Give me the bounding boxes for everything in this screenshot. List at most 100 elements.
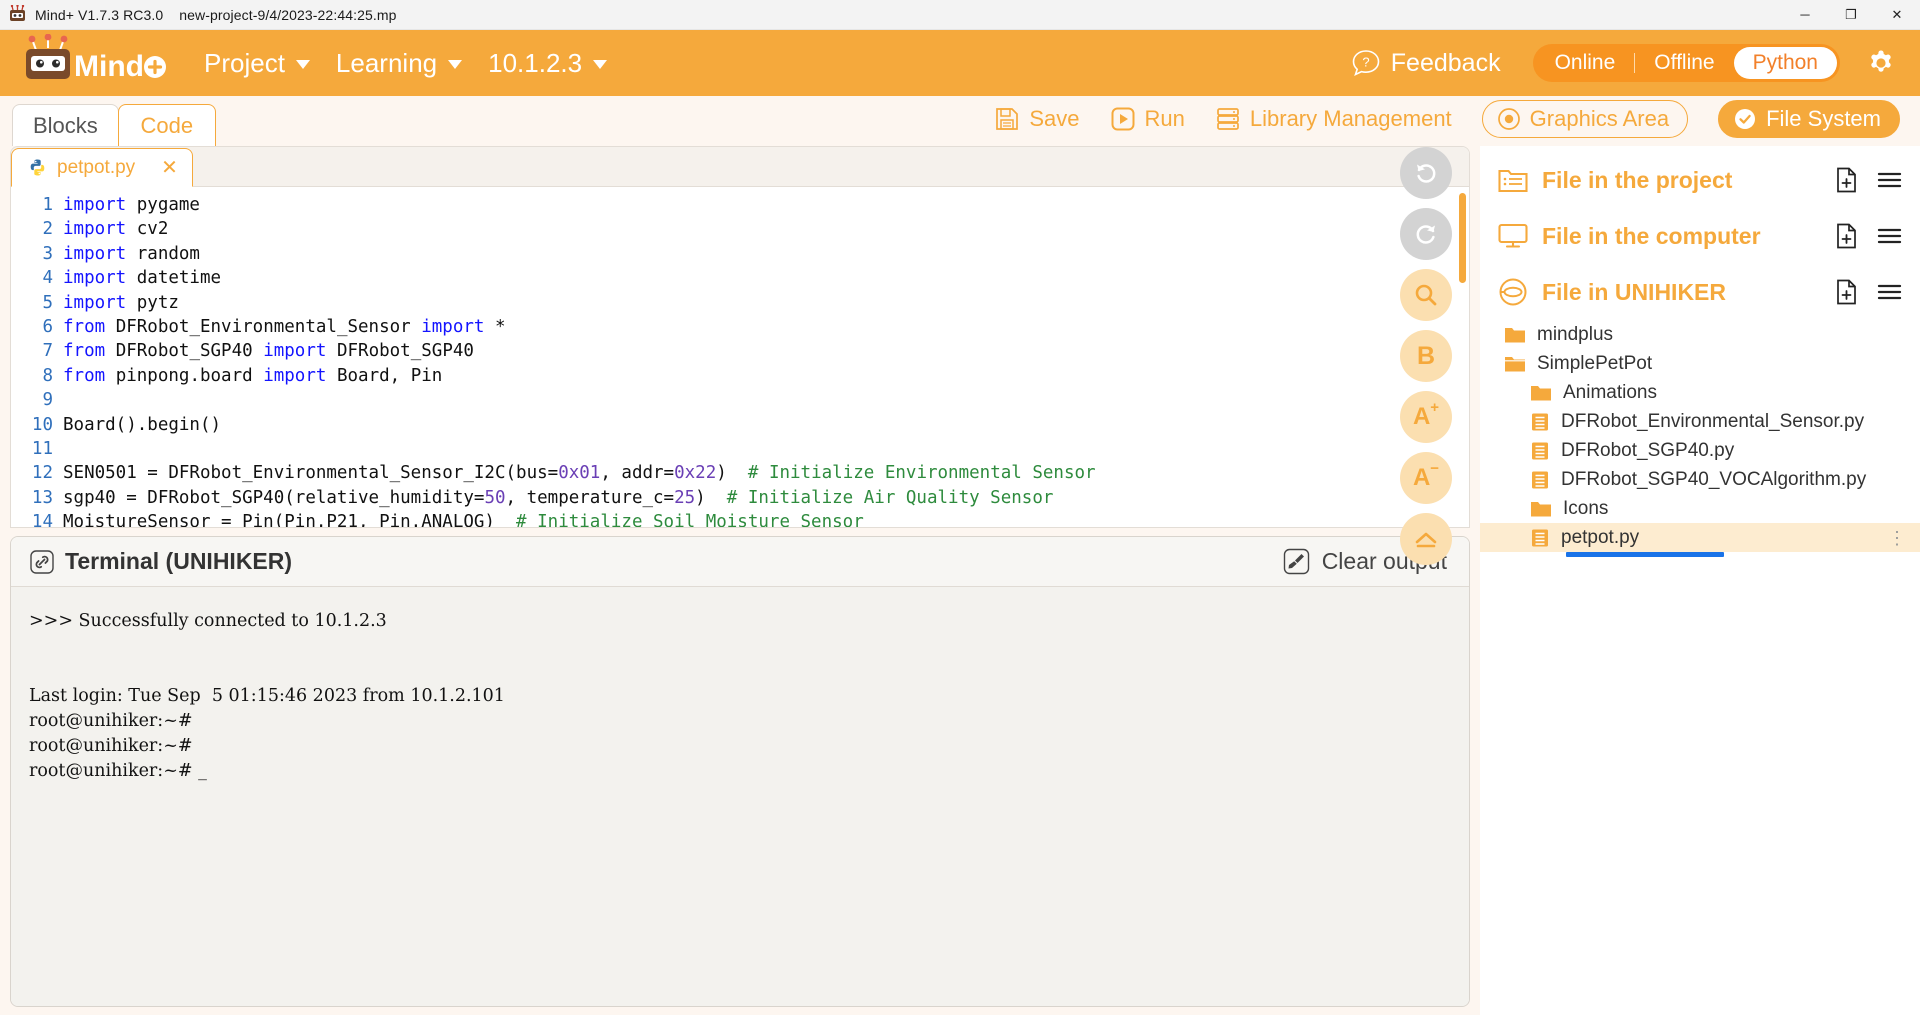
mode-offline[interactable]: Offline: [1635, 47, 1733, 79]
new-file-icon[interactable]: [1835, 167, 1859, 193]
catalog-section-computer-label: File in the computer: [1542, 222, 1761, 249]
folder-list-icon: [1498, 166, 1528, 194]
maximize-button[interactable]: ❐: [1828, 0, 1874, 30]
tree-item-selected[interactable]: petpot.py ⋮: [1480, 523, 1920, 552]
code-line-number: 5: [42, 292, 53, 313]
file-icon: [1530, 470, 1550, 490]
undo-icon: [1417, 164, 1436, 183]
tab-code[interactable]: Code: [117, 104, 216, 146]
menu-device-address-label: 10.1.2.3: [488, 47, 583, 78]
mindplus-app-icon: [8, 4, 27, 24]
tree-item[interactable]: DFRobot_Environmental_Sensor.py: [1480, 407, 1920, 436]
tree-item[interactable]: Animations: [1480, 378, 1920, 407]
run-icon: [1111, 107, 1135, 130]
code-line: 2 import cv2: [11, 217, 1469, 241]
code-line: 14 MoistureSensor = Pin(Pin.P21, Pin.ANAL…: [11, 510, 1469, 527]
code-line-number: 2: [42, 219, 53, 240]
menu-hamburger-icon[interactable]: [1877, 170, 1902, 190]
code-line-number: 11: [31, 439, 53, 460]
catalog-section-unihiker-actions: [1817, 279, 1902, 305]
code-content[interactable]: 1 import pygame 2 import cv2 3 import random 4…: [11, 187, 1469, 527]
file-system-button[interactable]: File System: [1718, 99, 1900, 138]
main-area: petpot.py ✕ 1 import pygame 2 import cv2 3 im…: [0, 96, 1920, 1015]
format-bold-button[interactable]: B: [1400, 330, 1452, 382]
new-file-icon[interactable]: [1835, 279, 1859, 305]
more-options-icon[interactable]: ⋮: [1888, 529, 1906, 547]
editor-toolbar: Blocks Code Save Run Library Management …: [0, 96, 1920, 146]
folder-open-icon: [1504, 354, 1526, 374]
mode-online[interactable]: Online: [1536, 47, 1635, 79]
search-button[interactable]: [1400, 269, 1452, 321]
unihiker-icon: [1498, 278, 1528, 306]
catalog-section-unihiker[interactable]: File in UNIHIKER: [1480, 264, 1920, 320]
window-app-title: Mind+ V1.7.3 RC3.0: [35, 6, 164, 23]
gear-icon: [1871, 50, 1891, 72]
code-line-number: 12: [31, 463, 53, 484]
code-line-number: 10: [31, 414, 53, 435]
save-label: Save: [1029, 105, 1080, 131]
bold-b-label: B: [1416, 341, 1436, 370]
mode-tabs: Blocks Code: [12, 96, 216, 146]
feedback-button[interactable]: ? Feedback: [1351, 48, 1501, 78]
tree-item-label: DFRobot_Environmental_Sensor.py: [1561, 410, 1865, 432]
run-button[interactable]: Run: [1110, 106, 1185, 132]
code-line-number: 6: [42, 317, 53, 338]
graphics-area-button[interactable]: Graphics Area: [1481, 99, 1689, 138]
settings-gear-button[interactable]: [1862, 44, 1900, 82]
save-button[interactable]: Save: [994, 105, 1080, 132]
code-vertical-scrollbar[interactable]: [1459, 193, 1466, 283]
link-icon: [30, 549, 54, 574]
tree-item[interactable]: DFRobot_SGP40.py: [1480, 436, 1920, 465]
mindplus-logo[interactable]: Mind: [18, 34, 178, 92]
menu-learning-label: Learning: [335, 47, 438, 78]
mode-python[interactable]: Python: [1733, 47, 1837, 79]
menu-device-address[interactable]: 10.1.2.3: [488, 47, 608, 79]
menu-hamburger-icon[interactable]: [1877, 282, 1902, 302]
tree-item[interactable]: DFRobot_SGP40_VOCAlgorithm.py: [1480, 465, 1920, 494]
code-line-text: import datetime: [63, 268, 222, 289]
tab-blocks[interactable]: Blocks: [12, 104, 119, 146]
code-line-text: import pytz: [63, 292, 179, 313]
code-line: 11: [11, 437, 1469, 461]
minimize-button[interactable]: ─: [1782, 0, 1828, 30]
tree-item-label: DFRobot_SGP40_VOCAlgorithm.py: [1561, 468, 1867, 490]
file-tab-bar: petpot.py ✕: [11, 147, 1469, 187]
header-right-group: ? Feedback Online Offline Python: [1351, 44, 1900, 82]
question-bubble-icon: ?: [1351, 48, 1381, 78]
catalog-body: File in the project File in the computer…: [1480, 146, 1920, 1015]
close-button[interactable]: ✕: [1874, 0, 1920, 30]
mode-toggle-group: Online Offline Python: [1532, 44, 1840, 82]
tree-item[interactable]: SimplePetPot: [1480, 349, 1920, 378]
font-increase-button[interactable]: A +: [1400, 391, 1452, 443]
code-line-number: 8: [42, 365, 53, 386]
library-management-button[interactable]: Library Management: [1215, 106, 1452, 132]
menu-hamburger-icon[interactable]: [1877, 226, 1902, 246]
terminal-output[interactable]: >>> Successfully connected to 10.1.2.3 L…: [11, 587, 1469, 1006]
font-decrease-label: A: [1412, 464, 1431, 491]
catalog-section-computer[interactable]: File in the computer: [1480, 208, 1920, 264]
window-titlebar: Mind+ V1.7.3 RC3.0 new-project-9/4/2023-…: [0, 0, 1920, 30]
file-tab-petpot[interactable]: petpot.py ✕: [11, 148, 193, 187]
plus-superscript: +: [1430, 399, 1440, 416]
collapse-all-button[interactable]: [1400, 513, 1452, 565]
svg-text:?: ?: [1362, 55, 1369, 70]
catalog-section-project[interactable]: File in the project: [1480, 152, 1920, 208]
tree-item[interactable]: mindplus: [1480, 320, 1920, 349]
app-header: Mind Project Learning 10.1.2.3 ? Feedbac…: [0, 30, 1920, 96]
code-editor-panel: petpot.py ✕ 1 import pygame 2 import cv2 3 im…: [10, 146, 1470, 528]
code-line-number: 4: [42, 268, 53, 289]
font-decrease-button[interactable]: A −: [1400, 452, 1452, 504]
file-tab-close-icon[interactable]: ✕: [161, 158, 178, 178]
file-tab-label: petpot.py: [57, 156, 136, 178]
undo-button[interactable]: [1400, 147, 1452, 199]
window-controls: ─ ❐ ✕: [1782, 0, 1920, 30]
menu-learning[interactable]: Learning: [335, 47, 463, 79]
code-line: 7 from DFRobot_SGP40 import DFRobot_SGP40: [11, 339, 1469, 363]
new-file-icon[interactable]: [1835, 223, 1859, 249]
tree-item[interactable]: Icons: [1480, 494, 1920, 523]
redo-button[interactable]: [1400, 208, 1452, 260]
tree-item-label: petpot.py: [1561, 526, 1640, 548]
menu-project[interactable]: Project: [204, 48, 310, 79]
